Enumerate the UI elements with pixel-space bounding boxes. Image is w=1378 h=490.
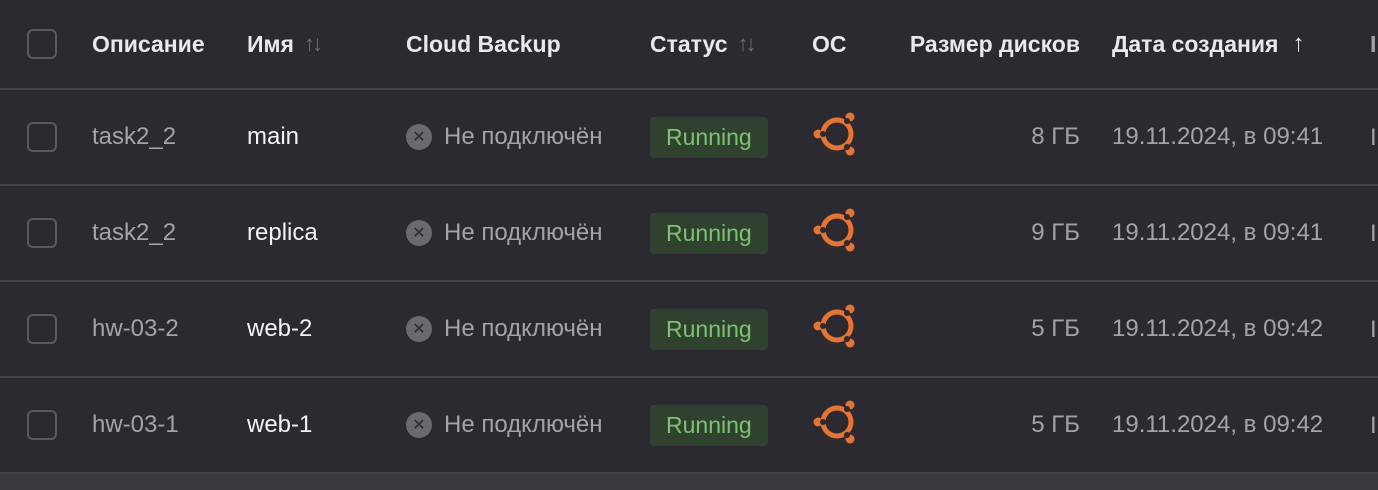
row-checkbox-cell <box>27 90 57 184</box>
column-status[interactable]: Статус ↑↓ <box>650 0 757 88</box>
status-badge: Running <box>650 308 768 350</box>
column-cloud-backup: Cloud Backup <box>406 0 561 88</box>
column-disk-size: Размер дисков <box>896 0 1080 88</box>
close-circle-icon: ✕ <box>406 316 432 342</box>
row-name-link[interactable]: web-1 <box>247 411 312 439</box>
sort-icon[interactable]: ↑↓ <box>304 31 323 57</box>
column-status-label: Статус <box>650 30 728 57</box>
status-badge: Running <box>650 116 768 158</box>
row-backup-status: ✕ Не подключён <box>406 411 603 439</box>
table-row[interactable]: task2_2 main ✕ Не подключён Running 8 ГБ… <box>0 90 1378 186</box>
row-name-link[interactable]: replica <box>247 219 318 247</box>
column-os-label: ОС <box>812 30 847 57</box>
row-backup-label: Не подключён <box>444 411 603 438</box>
row-backup-status: ✕ Не подключён <box>406 123 603 151</box>
table-row[interactable]: hw-03-1 web-1 ✕ Не подключён Running 5 Г… <box>0 378 1378 474</box>
ubuntu-icon <box>812 396 864 455</box>
vm-table: Описание Имя ↑↓ Cloud Backup Статус ↑↓ О… <box>0 0 1378 474</box>
row-description: task2_2 <box>92 123 177 150</box>
row-next-fragment: I <box>1370 124 1377 150</box>
row-description: hw-03-1 <box>92 411 179 438</box>
row-backup-label: Не подключён <box>444 219 603 246</box>
column-created-label: Дата создания <box>1112 30 1279 57</box>
row-name-link[interactable]: main <box>247 123 299 151</box>
row-name-link[interactable]: web-2 <box>247 315 312 343</box>
row-checkbox[interactable] <box>27 314 57 344</box>
row-disk-size: 5 ГБ <box>1031 411 1080 438</box>
row-disk-size: 5 ГБ <box>1031 315 1080 342</box>
row-backup-status: ✕ Не подключён <box>406 219 603 247</box>
sort-ascending-icon[interactable]: ↑ <box>1292 30 1304 58</box>
row-checkbox-cell <box>27 378 57 472</box>
row-disk-size: 8 ГБ <box>1031 123 1080 150</box>
row-checkbox[interactable] <box>27 218 57 248</box>
column-description[interactable]: Описание <box>92 0 205 88</box>
column-next-fragment-label: I <box>1370 31 1377 57</box>
table-row[interactable]: task2_2 replica ✕ Не подключён Running 9… <box>0 186 1378 282</box>
column-created[interactable]: Дата создания ↑ <box>1112 0 1304 88</box>
row-checkbox-cell <box>27 186 57 280</box>
table-row[interactable]: hw-03-2 web-2 ✕ Не подключён Running 5 Г… <box>0 282 1378 378</box>
row-checkbox-cell <box>27 282 57 376</box>
row-created-date: 19.11.2024, в 09:42 <box>1112 411 1324 438</box>
row-created-date: 19.11.2024, в 09:41 <box>1112 219 1324 246</box>
column-next-fragment: I <box>1370 0 1378 88</box>
column-name[interactable]: Имя ↑↓ <box>247 0 323 88</box>
ubuntu-icon <box>812 108 864 167</box>
close-circle-icon: ✕ <box>406 412 432 438</box>
header-checkbox-cell <box>27 0 57 88</box>
status-badge: Running <box>650 212 768 254</box>
row-checkbox[interactable] <box>27 410 57 440</box>
row-created-date: 19.11.2024, в 09:41 <box>1112 123 1324 150</box>
table-header: Описание Имя ↑↓ Cloud Backup Статус ↑↓ О… <box>0 0 1378 90</box>
row-created-date: 19.11.2024, в 09:42 <box>1112 315 1324 342</box>
select-all-checkbox[interactable] <box>27 29 57 59</box>
row-description: task2_2 <box>92 219 177 246</box>
row-disk-size: 9 ГБ <box>1031 219 1080 246</box>
close-circle-icon: ✕ <box>406 220 432 246</box>
column-disk-size-label: Размер дисков <box>909 30 1080 57</box>
column-os: ОС <box>812 0 847 88</box>
column-name-label: Имя <box>247 30 294 57</box>
row-backup-label: Не подключён <box>444 315 603 342</box>
horizontal-scrollbar[interactable] <box>0 474 1378 490</box>
row-backup-label: Не подключён <box>444 123 603 150</box>
ubuntu-icon <box>812 204 864 263</box>
row-next-fragment: I <box>1370 220 1377 246</box>
row-checkbox[interactable] <box>27 122 57 152</box>
sort-icon[interactable]: ↑↓ <box>738 31 757 57</box>
status-badge: Running <box>650 404 768 446</box>
column-cloud-backup-label: Cloud Backup <box>406 30 561 57</box>
ubuntu-icon <box>812 300 864 359</box>
row-description: hw-03-2 <box>92 315 179 342</box>
close-circle-icon: ✕ <box>406 124 432 150</box>
column-description-label: Описание <box>92 30 205 57</box>
row-next-fragment: I <box>1370 316 1377 342</box>
row-next-fragment: I <box>1370 412 1377 438</box>
row-backup-status: ✕ Не подключён <box>406 315 603 343</box>
